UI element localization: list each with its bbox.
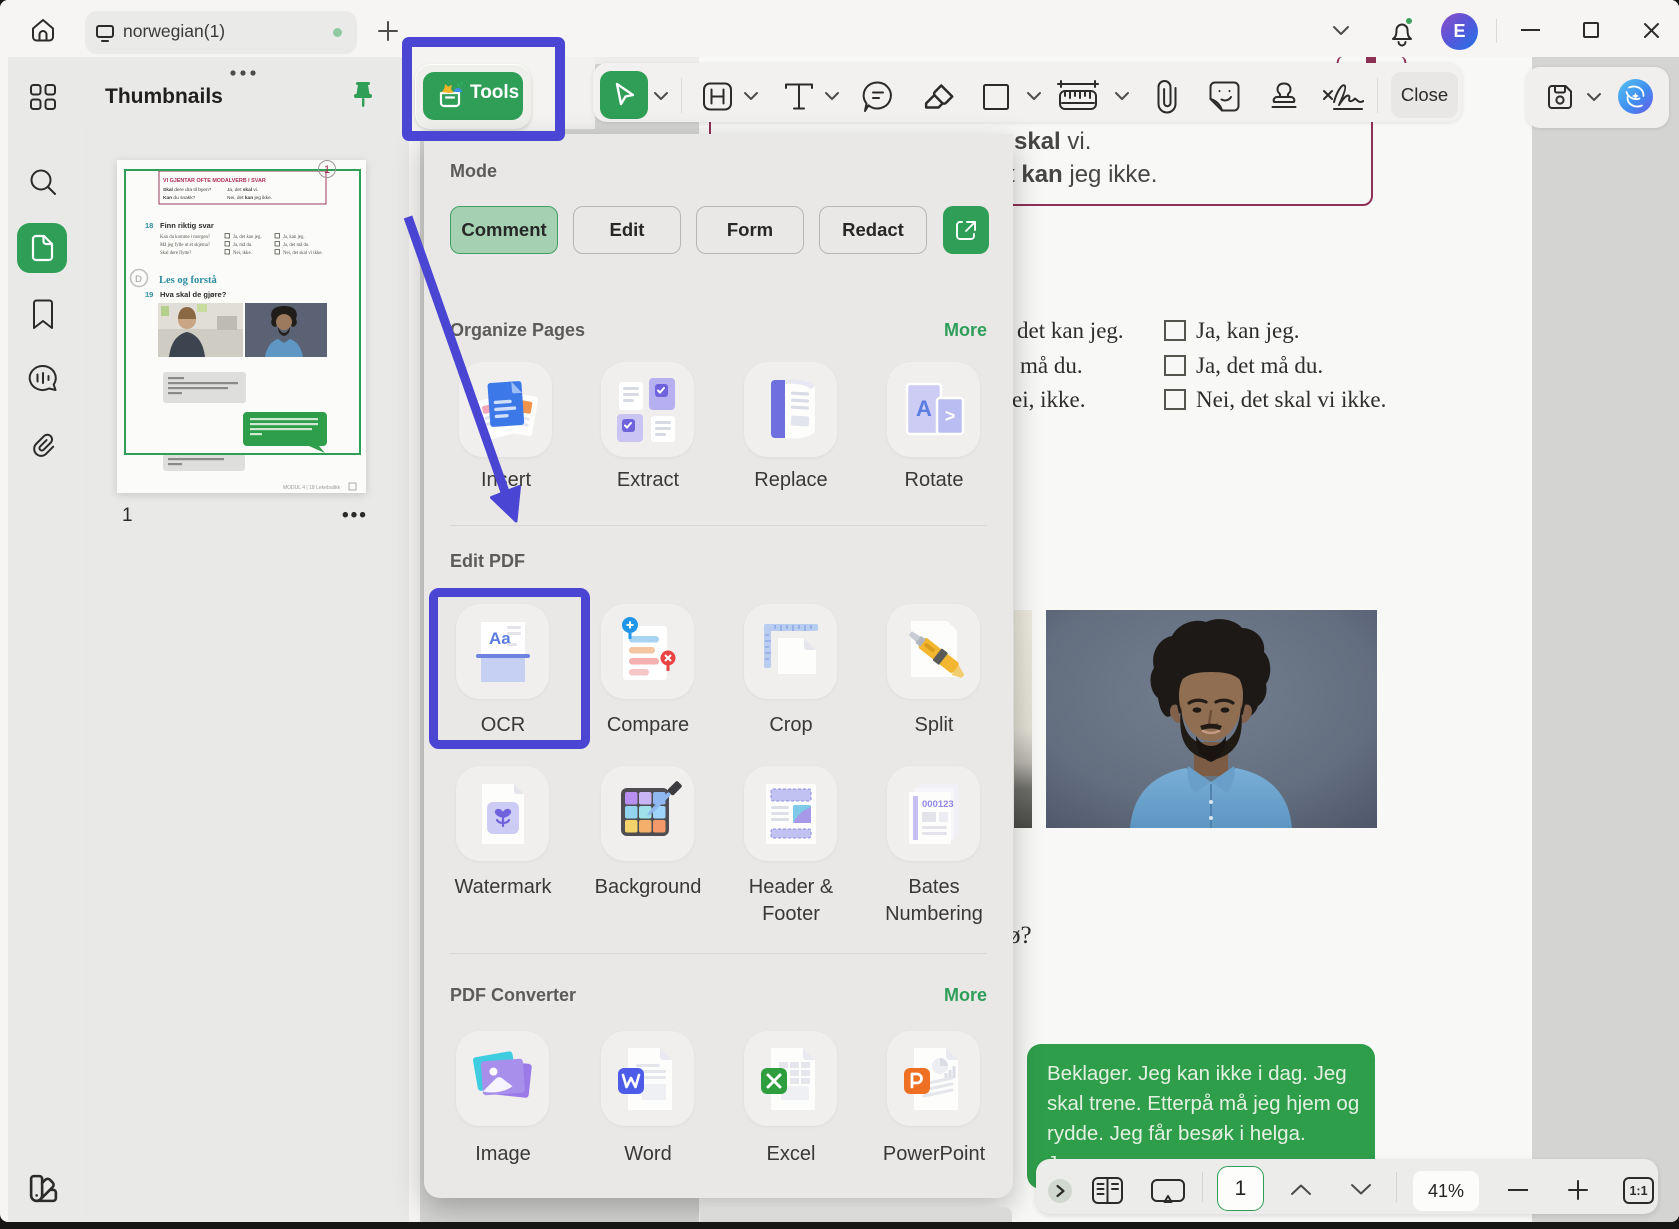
svg-text:000123: 000123 <box>922 799 954 810</box>
svg-text:A: A <box>916 396 932 421</box>
svg-text:MODUL 4 | 18 Lekebutikk: MODUL 4 | 18 Lekebutikk <box>283 485 340 491</box>
svg-text:>: > <box>945 406 956 426</box>
